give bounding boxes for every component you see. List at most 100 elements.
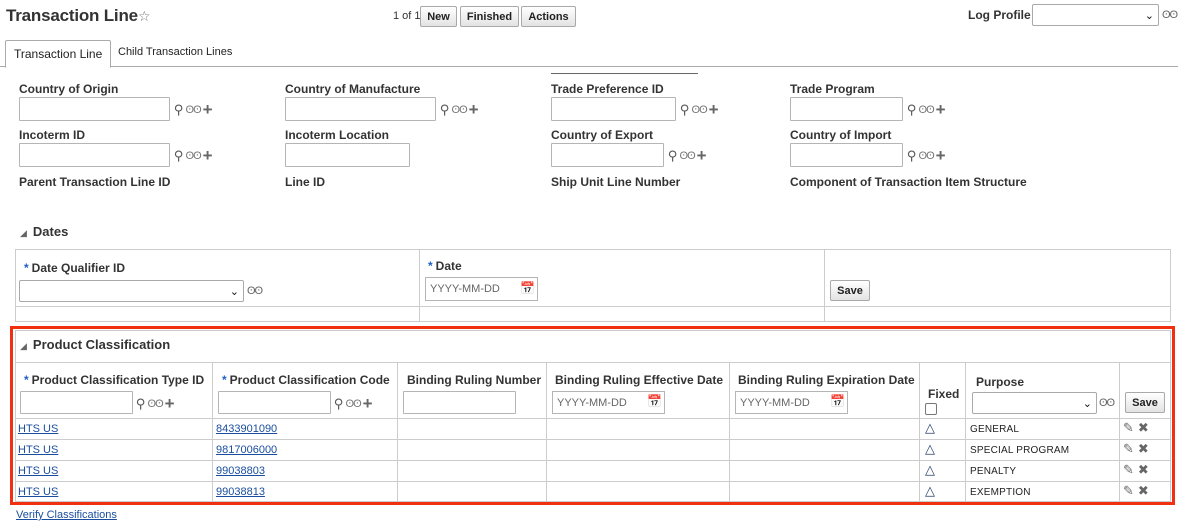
new-button[interactable]: New — [420, 6, 457, 27]
type-id-link[interactable]: HTS US — [18, 486, 58, 498]
product-classification-section-header[interactable]: ◢ Product Classification — [20, 337, 170, 352]
calendar-icon[interactable]: 📅 — [830, 394, 845, 408]
delete-icon[interactable]: ✖ — [1138, 441, 1149, 457]
finished-button[interactable]: Finished — [460, 6, 519, 27]
chevron-down-icon: ⌄ — [229, 285, 239, 298]
code-input[interactable] — [218, 391, 331, 414]
plus-icon[interactable]: + — [165, 395, 175, 412]
pager: 1 of 1 — [393, 10, 421, 22]
page-title: Transaction Line — [6, 6, 138, 25]
fixed-checkbox[interactable] — [925, 403, 937, 415]
edit-icon[interactable]: ✎ — [1123, 441, 1134, 457]
plus-icon[interactable]: + — [203, 101, 213, 118]
code-link[interactable]: 9817006000 — [216, 444, 277, 456]
plus-icon[interactable]: + — [697, 147, 707, 164]
type-id-link[interactable]: HTS US — [18, 444, 58, 456]
calendar-icon[interactable]: 📅 — [647, 394, 662, 408]
trade-program-input[interactable] — [790, 97, 903, 121]
glasses-icon[interactable]: ʘʘ — [346, 398, 362, 410]
date-qualifier-select[interactable]: ⌄ — [19, 280, 244, 302]
actions-button[interactable]: Actions — [521, 6, 576, 27]
col-code-header: * Product Classification Code — [222, 373, 390, 387]
star-icon[interactable]: ☆ — [138, 8, 151, 25]
glasses-icon[interactable]: ʘʘ — [1162, 9, 1178, 21]
ship-unit-line-number-label: Ship Unit Line Number — [551, 175, 681, 189]
plus-icon[interactable]: + — [363, 395, 373, 412]
classification-save-button[interactable]: Save — [1125, 392, 1165, 413]
edit-icon[interactable]: ✎ — [1123, 420, 1134, 436]
search-icon[interactable]: ⚲ — [174, 102, 184, 118]
incoterm-id-label: Incoterm ID — [19, 128, 86, 142]
search-icon[interactable]: ⚲ — [907, 102, 917, 118]
edit-icon[interactable]: ✎ — [1123, 483, 1134, 499]
country-of-origin-input[interactable] — [19, 97, 170, 121]
col-purpose-header: Purpose — [976, 375, 1025, 389]
country-of-export-input[interactable] — [551, 143, 664, 167]
date-label: * Date — [428, 259, 462, 273]
glasses-icon[interactable]: ʘʘ — [148, 398, 164, 410]
type-id-link[interactable]: HTS US — [18, 465, 58, 477]
trade-preference-id-input[interactable] — [551, 97, 676, 121]
code-link[interactable]: 8433901090 — [216, 423, 277, 435]
divider — [551, 73, 698, 74]
tab-transaction-line[interactable]: Transaction Line — [5, 40, 112, 68]
code-link[interactable]: 99038803 — [216, 465, 265, 477]
glasses-icon[interactable]: ʘʘ — [680, 150, 696, 162]
glasses-icon[interactable]: ʘʘ — [919, 104, 935, 116]
dates-section-header[interactable]: ◢ Dates — [20, 224, 68, 239]
delete-icon[interactable]: ✖ — [1138, 483, 1149, 499]
tab-child-transaction-lines[interactable]: Child Transaction Lines — [118, 46, 232, 58]
highlight-frame — [10, 326, 1175, 505]
country-of-origin-label: Country of Origin — [19, 82, 119, 96]
plus-icon[interactable]: + — [203, 147, 213, 164]
plus-icon[interactable]: + — [709, 101, 719, 118]
delete-icon[interactable]: ✖ — [1138, 462, 1149, 478]
col-type-id-header: * Product Classification Type ID — [24, 373, 205, 387]
code-link[interactable]: 99038813 — [216, 486, 265, 498]
col-fixed-header: Fixed — [928, 387, 960, 401]
verify-classifications-link[interactable]: Verify Classifications — [16, 509, 117, 521]
purpose-select[interactable]: ⌄ — [972, 392, 1097, 414]
calendar-icon[interactable]: 📅 — [520, 281, 535, 295]
col-binding-expiration-header: Binding Ruling Expiration Date — [738, 373, 915, 387]
glasses-icon[interactable]: ʘʘ — [1099, 397, 1115, 409]
type-id-link[interactable]: HTS US — [18, 423, 58, 435]
purpose-value: PENALTY — [970, 466, 1017, 477]
incoterm-location-label: Incoterm Location — [285, 128, 390, 142]
chevron-down-icon: ⌄ — [1082, 397, 1092, 410]
glasses-icon[interactable]: ʘʘ — [692, 104, 708, 116]
incoterm-location-input[interactable] — [285, 143, 410, 167]
binding-ruling-number-input[interactable] — [403, 391, 516, 414]
log-profile-select[interactable]: ⌄ — [1032, 4, 1159, 26]
edit-icon[interactable]: ✎ — [1123, 462, 1134, 478]
plus-icon[interactable]: + — [469, 101, 479, 118]
component-structure-label: Component of Transaction Item Structure — [790, 175, 1027, 189]
plus-icon[interactable]: + — [936, 147, 946, 164]
delta-icon: △ — [925, 441, 935, 456]
type-id-input[interactable] — [20, 391, 133, 414]
search-icon[interactable]: ⚲ — [174, 148, 184, 164]
glasses-icon[interactable]: ʘʘ — [186, 104, 202, 116]
search-icon[interactable]: ⚲ — [440, 102, 450, 118]
collapse-triangle-icon: ◢ — [20, 341, 27, 351]
dates-save-button[interactable]: Save — [830, 280, 870, 301]
purpose-value: SPECIAL PROGRAM — [970, 445, 1070, 456]
glasses-icon[interactable]: ʘʘ — [919, 150, 935, 162]
country-of-import-input[interactable] — [790, 143, 903, 167]
delete-icon[interactable]: ✖ — [1138, 420, 1149, 436]
search-icon[interactable]: ⚲ — [907, 148, 917, 164]
incoterm-id-input[interactable] — [19, 143, 170, 167]
glasses-icon[interactable]: ʘʘ — [452, 104, 468, 116]
log-profile-label: Log Profile — [968, 8, 1031, 22]
search-icon[interactable]: ⚲ — [136, 396, 146, 412]
search-icon[interactable]: ⚲ — [334, 396, 344, 412]
country-of-export-label: Country of Export — [551, 128, 653, 142]
search-icon[interactable]: ⚲ — [668, 148, 678, 164]
country-of-manufacture-input[interactable] — [285, 97, 436, 121]
trade-program-label: Trade Program — [790, 82, 875, 96]
search-icon[interactable]: ⚲ — [680, 102, 690, 118]
line-id-label: Line ID — [285, 175, 326, 189]
glasses-icon[interactable]: ʘʘ — [247, 285, 263, 297]
plus-icon[interactable]: + — [936, 101, 946, 118]
glasses-icon[interactable]: ʘʘ — [186, 150, 202, 162]
